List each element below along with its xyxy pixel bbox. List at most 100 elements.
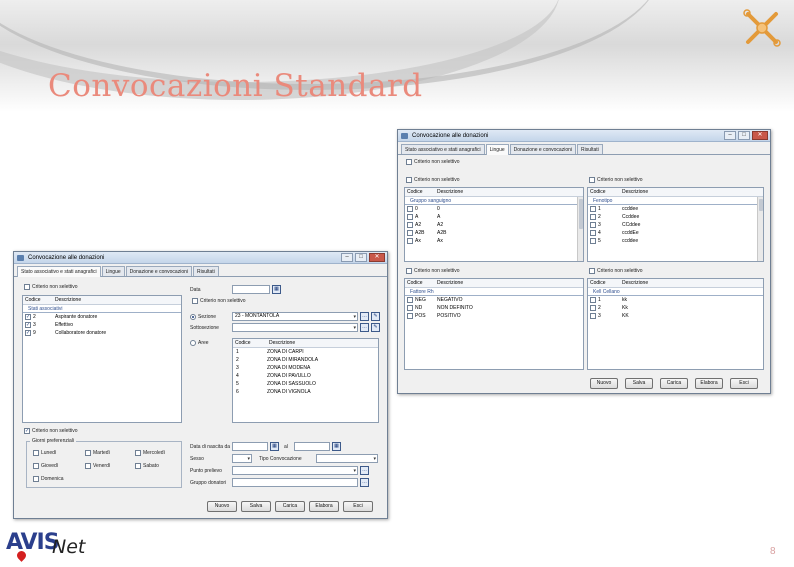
list-item[interactable]: NEG NEGATIVO (405, 296, 583, 304)
sezione-lookup-button[interactable]: … (360, 312, 369, 321)
list-item[interactable]: A2 A2 (405, 221, 583, 229)
salva-button[interactable]: Salva (241, 501, 271, 512)
day-tuesday[interactable]: Martedì (83, 450, 110, 456)
calendar-icon[interactable]: ▦ (270, 442, 279, 451)
column-header-code[interactable]: Codice (588, 279, 620, 287)
salva-button[interactable]: Salva (625, 378, 653, 389)
nuovo-button[interactable]: Nuovo (590, 378, 618, 389)
criteria-checkbox[interactable] (24, 284, 30, 290)
zone-row[interactable]: 3 ZONA DI MODENA (233, 364, 378, 372)
column-header-description[interactable]: Descrizione (435, 279, 463, 287)
list-item[interactable]: 00 (405, 205, 583, 213)
zone-row[interactable]: 6 ZONA DI VIGNOLA (233, 388, 378, 396)
criteria-checkbox[interactable] (589, 268, 595, 274)
aree-radio[interactable] (190, 340, 196, 346)
day-checkbox[interactable] (33, 476, 39, 482)
column-header-code[interactable]: Codice (405, 279, 435, 287)
day-checkbox[interactable] (33, 450, 39, 456)
row-checkbox[interactable] (407, 222, 413, 228)
elabora-button[interactable]: Elabora (695, 378, 723, 389)
list-item[interactable]: 1 kk (588, 296, 763, 304)
column-header-description[interactable]: Descrizione (620, 279, 648, 287)
day-friday[interactable]: Venerdì (83, 463, 110, 469)
day-checkbox[interactable] (33, 463, 39, 469)
sottosezione-lookup-button[interactable]: … (360, 323, 369, 332)
row-checkbox[interactable] (407, 230, 413, 236)
esci-button[interactable]: Esci (343, 501, 373, 512)
gruppo-donatori-select[interactable] (232, 478, 358, 487)
carica-button[interactable]: Carica (275, 501, 305, 512)
scrollbar-thumb[interactable] (759, 199, 763, 211)
column-header-description[interactable]: Descrizione (53, 296, 81, 304)
row-checkbox[interactable] (25, 314, 31, 320)
data-nascita-to-input[interactable] (294, 442, 330, 451)
row-checkbox[interactable] (590, 297, 596, 303)
column-header-description[interactable]: Descrizione (620, 188, 648, 196)
row-checkbox[interactable] (590, 238, 596, 244)
row-checkbox[interactable] (25, 322, 31, 328)
column-header-code[interactable]: Codice (405, 188, 435, 196)
zone-row[interactable]: 4 ZONA DI PAVULLO (233, 372, 378, 380)
tipo-convocazione-select[interactable]: ▾ (316, 454, 378, 463)
row-checkbox[interactable] (407, 305, 413, 311)
list-item[interactable]: 4 ccddEe (588, 229, 763, 237)
row-checkbox[interactable] (25, 330, 31, 336)
vertical-scrollbar[interactable] (577, 197, 583, 261)
row-checkbox[interactable] (590, 222, 596, 228)
row-checkbox[interactable] (590, 214, 596, 220)
day-sunday[interactable]: Domenica (31, 476, 64, 482)
zone-row[interactable]: 2 ZONA DI MIRANDOLA (233, 356, 378, 364)
sezione-radio[interactable] (190, 314, 196, 320)
list-item[interactable]: AA (405, 213, 583, 221)
criteria-checkbox[interactable] (406, 268, 412, 274)
list-item[interactable]: 2 Kk (588, 304, 763, 312)
nuovo-button[interactable]: Nuovo (207, 501, 237, 512)
row-checkbox[interactable] (407, 214, 413, 220)
zone-row[interactable]: 5 ZONA DI SASSUOLO (233, 380, 378, 388)
criteria3-checkbox[interactable] (24, 428, 30, 434)
close-button[interactable]: ✕ (752, 131, 768, 140)
column-header-code[interactable]: Codice (23, 296, 53, 304)
zone-row[interactable]: 1 ZONA DI CARPI (233, 348, 378, 356)
column-header-code[interactable]: Codice (588, 188, 620, 196)
zone-column-header-code[interactable]: Codice (233, 339, 267, 347)
day-checkbox[interactable] (135, 463, 141, 469)
gruppo-donatori-lookup-button[interactable]: … (360, 478, 369, 487)
maximize-button[interactable]: □ (355, 253, 367, 262)
day-checkbox[interactable] (85, 450, 91, 456)
list-item[interactable]: 3 KK (588, 312, 763, 320)
list-item[interactable]: ND NON DEFINITO (405, 304, 583, 312)
data-input[interactable] (232, 285, 270, 294)
day-checkbox[interactable] (135, 450, 141, 456)
esci-button[interactable]: Esci (730, 378, 758, 389)
list-item[interactable]: 2 Ccddee (588, 213, 763, 221)
carica-button[interactable]: Carica (660, 378, 688, 389)
row-checkbox[interactable] (590, 206, 596, 212)
day-checkbox[interactable] (85, 463, 91, 469)
calendar-icon[interactable]: ▦ (272, 285, 281, 294)
tab-risultati[interactable]: Risultati (577, 144, 603, 154)
list-item[interactable]: 3 Effettivo (23, 321, 181, 329)
zone-column-header-description[interactable]: Descrizione (267, 339, 295, 347)
criteria2-checkbox[interactable] (192, 298, 198, 304)
vertical-scrollbar[interactable] (757, 197, 763, 261)
criteria-checkbox[interactable] (589, 177, 595, 183)
tab-risultati[interactable]: Risultati (193, 266, 219, 276)
tab-donazione-convocazioni[interactable]: Donazione e convocazioni (509, 144, 576, 154)
sottosezione-clear-button[interactable]: ✎ (371, 323, 380, 332)
row-checkbox[interactable] (407, 206, 413, 212)
list-item[interactable]: 3 CCddee (588, 221, 763, 229)
scrollbar-thumb[interactable] (579, 199, 583, 229)
maximize-button[interactable]: □ (738, 131, 750, 140)
minimize-button[interactable]: – (341, 253, 353, 262)
sezione-clear-button[interactable]: ✎ (371, 312, 380, 321)
list-item[interactable]: 9 Collaboratore donatore (23, 329, 181, 337)
punto-prelievo-select[interactable]: ▾ (232, 466, 358, 475)
row-checkbox[interactable] (590, 230, 596, 236)
sottosezione-select[interactable]: ▾ (232, 323, 358, 332)
day-thursday[interactable]: Giovedì (31, 463, 58, 469)
day-wednesday[interactable]: Mercoledì (133, 450, 165, 456)
list-item[interactable]: 2 Aspirante donatore (23, 313, 181, 321)
row-checkbox[interactable] (590, 305, 596, 311)
row-checkbox[interactable] (407, 297, 413, 303)
